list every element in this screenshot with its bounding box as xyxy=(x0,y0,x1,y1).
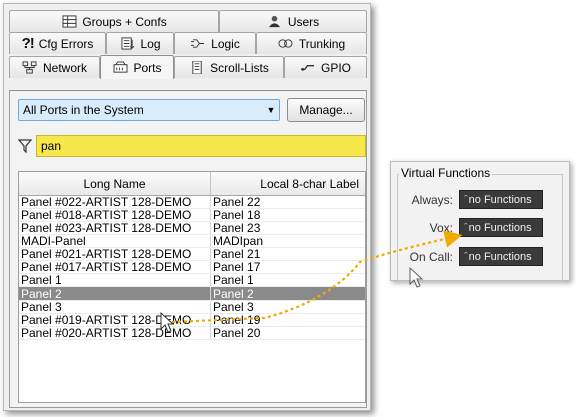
tab-groups-confs[interactable]: Groups + Confs xyxy=(9,10,219,32)
gpio-icon xyxy=(300,61,316,75)
tab-network[interactable]: Network xyxy=(9,56,100,78)
cell-local-label: Panel 3 xyxy=(213,301,254,313)
table-body: Panel #022-ARTIST 128-DEMO Panel 22 Panel … xyxy=(19,196,365,340)
virtual-functions-title: Virtual Functions xyxy=(399,166,493,180)
table-header: Long Name Local 8-char Label xyxy=(19,172,365,196)
filter-input[interactable]: pan xyxy=(36,135,366,157)
column-header-long-name[interactable]: Long Name xyxy=(19,172,211,195)
table-row[interactable]: Panel 2 Panel 2 xyxy=(19,287,365,301)
cell-local-label: Panel 22 xyxy=(213,196,261,208)
table-row[interactable]: MADI-Panel MADIpan xyxy=(19,235,365,248)
chevron-down-icon[interactable]: ▼ xyxy=(263,105,279,115)
vf-label-vox: Vox: xyxy=(429,220,453,235)
cell-long-name: MADI-Panel xyxy=(19,235,211,247)
tab-gpio[interactable]: GPIO xyxy=(284,56,367,78)
tab-label: Network xyxy=(42,60,87,75)
user-icon xyxy=(267,15,283,29)
table-row[interactable]: Panel 3 Panel 3 xyxy=(19,301,365,314)
scroll-lists-icon xyxy=(189,61,205,75)
vf-value-text: no Functions xyxy=(468,193,532,206)
tab-logic[interactable]: Logic xyxy=(174,32,256,54)
table-row[interactable]: Panel #020-ARTIST 128-DEMO Panel 20 xyxy=(19,327,365,340)
vf-label-on-call: On Call: xyxy=(409,249,453,264)
cell-local-label: Panel 17 xyxy=(213,261,261,273)
table-row[interactable]: Panel #019-ARTIST 128-DEMO Panel 19 xyxy=(19,314,365,327)
vf-value-text: no Functions xyxy=(468,250,532,263)
column-header-local-label[interactable]: Local 8-char Label xyxy=(211,172,365,195)
manage-button[interactable]: Manage... xyxy=(287,98,365,122)
vf-row-vox: Vox: ˆ no Functions xyxy=(395,218,543,237)
cell-long-name: Panel 3 xyxy=(19,301,211,313)
cell-local-label: Panel 18 xyxy=(213,209,261,221)
groups-icon xyxy=(61,15,77,29)
tab-label: Scroll-Lists xyxy=(210,60,269,75)
cell-long-name: Panel #021-ARTIST 128-DEMO xyxy=(19,248,211,260)
cell-long-name: Panel #017-ARTIST 128-DEMO xyxy=(19,261,211,273)
tab-label: Trunking xyxy=(298,36,346,51)
table-row[interactable]: Panel #017-ARTIST 128-DEMO Panel 17 xyxy=(19,261,365,274)
vf-label-always: Always: xyxy=(411,192,453,207)
network-icon xyxy=(22,61,38,75)
tab-label: GPIO xyxy=(320,60,351,75)
tab-label: Cfg Errors xyxy=(38,36,94,51)
tab-row-1: Groups + Confs Users xyxy=(9,10,367,32)
cell-local-label: Panel 21 xyxy=(213,248,261,260)
logic-icon xyxy=(190,37,206,51)
ports-icon xyxy=(112,61,128,75)
cell-long-name: Panel #022-ARTIST 128-DEMO xyxy=(19,196,211,208)
virtual-functions-panel: Virtual Functions Always: ˆ no Functions … xyxy=(390,161,570,282)
port-scope-value: All Ports in the System xyxy=(23,103,144,117)
port-scope-dropdown[interactable]: All Ports in the System ▼ xyxy=(18,99,280,121)
tab-trunking[interactable]: Trunking xyxy=(256,32,367,54)
filter-funnel-icon xyxy=(18,139,32,153)
table-row[interactable]: Panel #023-ARTIST 128-DEMO Panel 23 xyxy=(19,222,365,235)
vf-value-always[interactable]: ˆ no Functions xyxy=(459,190,543,209)
tab-cfg-errors[interactable]: ?! Cfg Errors xyxy=(9,32,106,54)
table-row[interactable]: Panel #021-ARTIST 128-DEMO Panel 21 xyxy=(19,248,365,261)
tab-label: Logic xyxy=(211,36,240,51)
vf-value-vox[interactable]: ˆ no Functions xyxy=(459,218,543,237)
table-row[interactable]: Panel #018-ARTIST 128-DEMO Panel 18 xyxy=(19,209,365,222)
tab-scroll-lists[interactable]: Scroll-Lists xyxy=(174,56,284,78)
log-icon xyxy=(119,37,135,51)
cell-local-label: Panel 2 xyxy=(213,287,254,300)
vf-value-on-call[interactable]: ˆ no Functions xyxy=(459,247,543,266)
error-icon: ?! xyxy=(21,35,35,52)
cell-local-label: Panel 23 xyxy=(213,222,261,234)
tab-label: Groups + Confs xyxy=(82,14,167,29)
tab-label: Users xyxy=(287,14,320,29)
vf-row-on-call: On Call: ˆ no Functions xyxy=(395,247,543,266)
cell-long-name: Panel #018-ARTIST 128-DEMO xyxy=(19,209,211,221)
tab-log[interactable]: Log xyxy=(106,32,174,54)
table-row[interactable]: Panel 1 Panel 1 xyxy=(19,274,365,287)
ports-table: Long Name Local 8-char Label Panel #022-… xyxy=(18,171,366,403)
vf-value-text: no Functions xyxy=(468,221,532,234)
cell-long-name: Panel 2 xyxy=(19,287,211,300)
cell-long-name: Panel #023-ARTIST 128-DEMO xyxy=(19,222,211,234)
cell-local-label: Panel 20 xyxy=(213,327,261,339)
cell-local-label: Panel 19 xyxy=(213,314,261,326)
vf-row-always: Always: ˆ no Functions xyxy=(395,190,543,209)
tab-label: Log xyxy=(140,36,161,51)
cell-local-label: MADIpan xyxy=(213,235,264,247)
table-row[interactable]: Panel #022-ARTIST 128-DEMO Panel 22 xyxy=(19,196,365,209)
tab-label: Ports xyxy=(133,60,162,75)
tab-users[interactable]: Users xyxy=(219,10,367,32)
tab-row-2: ?! Cfg Errors Log Logic Trunking xyxy=(9,32,367,54)
cell-long-name: Panel 1 xyxy=(19,274,211,286)
tab-ports[interactable]: Ports xyxy=(100,55,174,79)
main-window-panel: Groups + Confs Users ?! Cfg Errors Log L… xyxy=(3,3,371,411)
cell-long-name: Panel #020-ARTIST 128-DEMO xyxy=(19,327,211,339)
cell-local-label: Panel 1 xyxy=(213,274,254,286)
ports-tab-content: All Ports in the System ▼ Manage... pan … xyxy=(9,90,367,408)
tab-row-3: Network Ports Scroll-Lists GPIO xyxy=(9,55,367,79)
cell-long-name: Panel #019-ARTIST 128-DEMO xyxy=(19,314,211,326)
trunking-icon xyxy=(278,37,294,51)
